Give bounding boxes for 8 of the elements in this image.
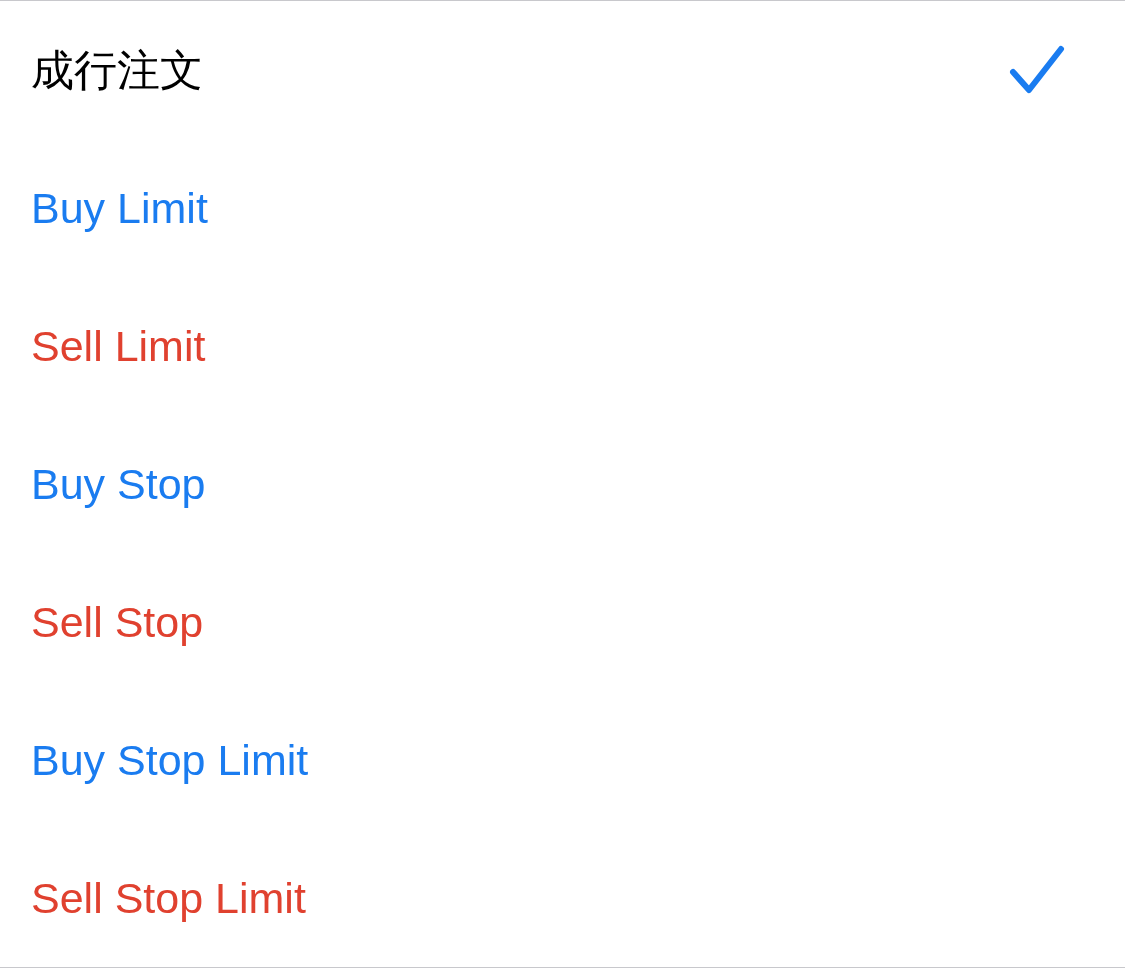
option-label: Buy Stop — [31, 462, 206, 506]
option-label: 成行注文 — [31, 48, 203, 92]
option-label: Buy Stop Limit — [31, 738, 309, 782]
option-label: Sell Limit — [31, 324, 206, 368]
checkmark-icon — [1009, 45, 1065, 95]
option-label: Sell Stop Limit — [31, 876, 306, 920]
option-label: Buy Limit — [31, 186, 208, 230]
option-label: Sell Stop — [31, 600, 204, 644]
